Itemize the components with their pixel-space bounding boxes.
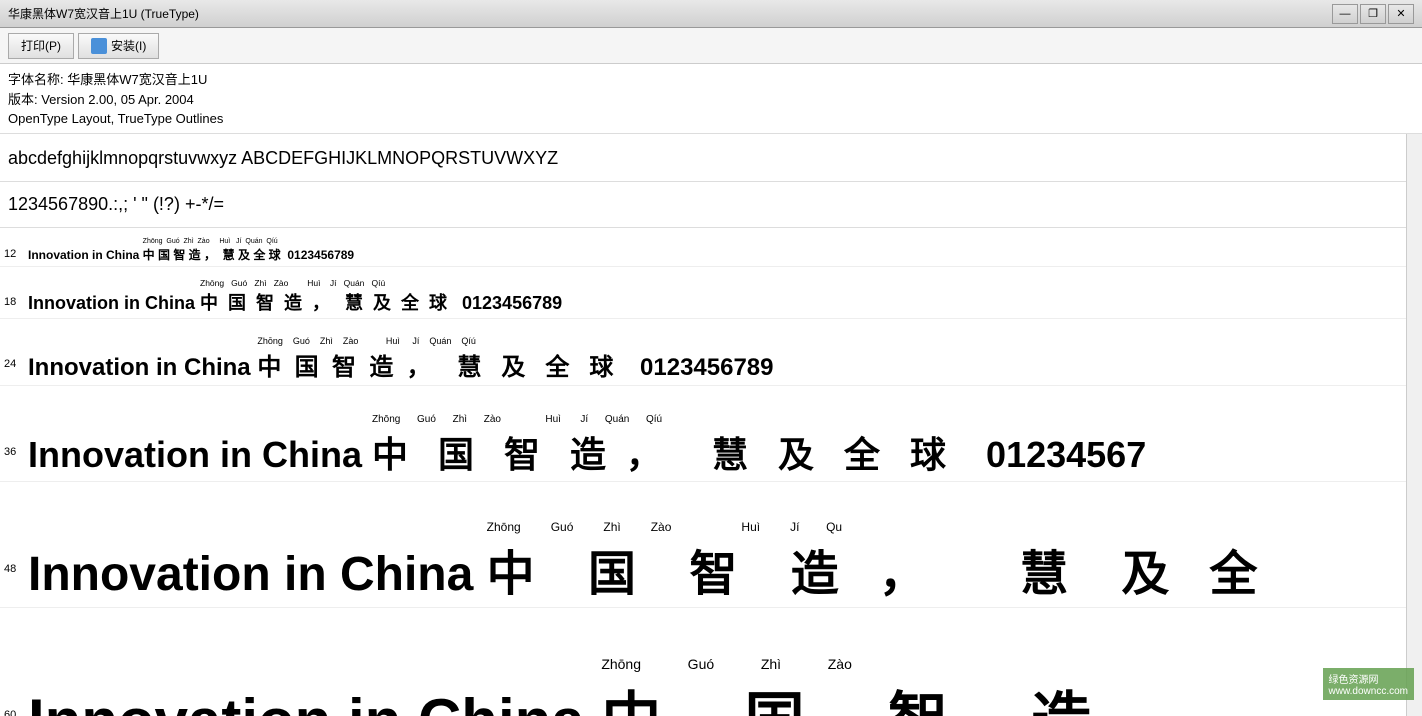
en-text-12: Innovation in China xyxy=(28,248,143,262)
size-label-18: 18 xyxy=(0,296,28,308)
alphabet-text: abcdefghijklmnopqrstuvwxyz ABCDEFGHIJKLM… xyxy=(8,148,558,168)
watermark-line2: www.downcc.com xyxy=(1329,686,1408,697)
pinyin-row-36: Innovation in China Zhōng Guó Zhì Zào Hu… xyxy=(0,389,1406,426)
titlebar-title: 华康黑体W7宽汉音上1U (TrueType) xyxy=(8,5,199,22)
numbers-text: 1234567890.:,; ' " (!?) +-*/= xyxy=(8,194,224,214)
install-label: 安装(I) xyxy=(111,37,146,54)
text-row-18: 18 Innovation in China 中 国 智 造 ， 慧 及 全 球… xyxy=(0,289,1406,315)
scrollbar[interactable] xyxy=(1406,134,1422,716)
text-row-12: 12 Innovation in China 中 国 智 造 ， 慧 及 全 球… xyxy=(0,246,1406,263)
cn-text-24: 中 国 智 造 ， 慧 及 全 球 0123456789 xyxy=(257,347,773,382)
minimize-button[interactable]: — xyxy=(1332,4,1358,24)
font-version-line: 版本: Version 2.00, 05 Apr. 2004 xyxy=(8,90,1414,110)
cn-text-48: 中 国 智 造 ， 慧 及 全 xyxy=(487,534,1258,604)
watermark: 绿色资源网 www.downcc.com xyxy=(1323,668,1414,700)
cn-text-36: 中 国 智 造 ， 慧 及 全 球 01234567 xyxy=(372,426,1146,478)
size-label-24: 24 xyxy=(0,358,28,370)
font-type-line: OpenType Layout, TrueType Outlines xyxy=(8,109,1414,129)
en-text-36: Innovation in China xyxy=(28,434,372,476)
install-button[interactable]: 安装(I) xyxy=(78,33,159,59)
en-text-48: Innovation in China xyxy=(28,547,487,602)
titlebar-controls: — ❐ ✕ xyxy=(1332,4,1414,24)
pinyin-row-48: Innovation in China Zhōng Guó Zhì Zào Hu… xyxy=(0,485,1406,534)
cn-text-12: 中 国 智 造 ， 慧 及 全 球 0123456789 xyxy=(143,246,354,263)
cn-text-60: 中 国 智 造 xyxy=(601,672,1091,716)
size-row-12: Innovation in China Zhōng Guó Zhì Zào Hu… xyxy=(0,230,1406,267)
size-row-18: Innovation in China Zhōng Guó Zhì Zào Hu… xyxy=(0,267,1406,319)
restore-button[interactable]: ❐ xyxy=(1360,4,1386,24)
text-row-48: 48 Innovation in China 中 国 智 造 ， 慧 及 全 xyxy=(0,534,1406,604)
cn-text-18: 中 国 智 造 ， 慧 及 全 球 0123456789 xyxy=(200,289,562,315)
size-label-36: 36 xyxy=(0,446,28,458)
size-row-48: Innovation in China Zhōng Guó Zhì Zào Hu… xyxy=(0,482,1406,608)
divider-2 xyxy=(0,227,1406,228)
size-row-60: Innovation in China Zhōng Guó Zhì Zào 60… xyxy=(0,608,1406,716)
toolbar: 打印(P) 安装(I) xyxy=(0,28,1422,64)
pinyin-row-60: Innovation in China Zhōng Guó Zhì Zào xyxy=(0,611,1406,672)
font-info: 字体名称: 华康黑体W7宽汉音上1U 版本: Version 2.00, 05 … xyxy=(0,64,1422,134)
en-text-18: Innovation in China xyxy=(28,293,200,314)
size-label-60: 60 xyxy=(0,709,28,715)
print-button[interactable]: 打印(P) xyxy=(8,33,74,59)
en-text-24: Innovation in China xyxy=(28,354,257,382)
size-row-36: Innovation in China Zhōng Guó Zhì Zào Hu… xyxy=(0,386,1406,482)
numbers-line: 1234567890.:,; ' " (!?) +-*/= xyxy=(0,184,1406,225)
size-row-24: Innovation in China Zhōng Guó Zhì Zào Hu… xyxy=(0,319,1406,386)
text-row-36: 36 Innovation in China 中 国 智 造 ， 慧 及 全 球… xyxy=(0,426,1406,478)
size-label-48: 48 xyxy=(0,563,28,575)
text-row-60: 60 Innovation in China 中 国 智 造 xyxy=(0,672,1406,716)
preview-area[interactable]: abcdefghijklmnopqrstuvwxyz ABCDEFGHIJKLM… xyxy=(0,134,1422,716)
pinyin-row-24: Innovation in China Zhōng Guó Zhì Zào Hu… xyxy=(0,322,1406,347)
pinyin-row-12: Innovation in China Zhōng Guó Zhì Zào Hu… xyxy=(0,233,1406,246)
size-label-12: 12 xyxy=(0,248,28,260)
en-text-60: Innovation in China xyxy=(28,686,601,716)
close-button[interactable]: ✕ xyxy=(1388,4,1414,24)
divider-1 xyxy=(0,181,1406,182)
text-row-24: 24 Innovation in China 中 国 智 造 ， 慧 及 全 球… xyxy=(0,347,1406,382)
alphabet-line: abcdefghijklmnopqrstuvwxyz ABCDEFGHIJKLM… xyxy=(0,138,1406,179)
titlebar: 华康黑体W7宽汉音上1U (TrueType) — ❐ ✕ xyxy=(0,0,1422,28)
font-name-line: 字体名称: 华康黑体W7宽汉音上1U xyxy=(8,70,1414,90)
preview-content: abcdefghijklmnopqrstuvwxyz ABCDEFGHIJKLM… xyxy=(0,134,1406,716)
pinyin-row-18: Innovation in China Zhōng Guó Zhì Zào Hu… xyxy=(0,270,1406,289)
install-icon xyxy=(91,38,107,54)
watermark-line1: 绿色资源网 xyxy=(1329,671,1408,686)
print-label: 打印(P) xyxy=(21,37,61,54)
